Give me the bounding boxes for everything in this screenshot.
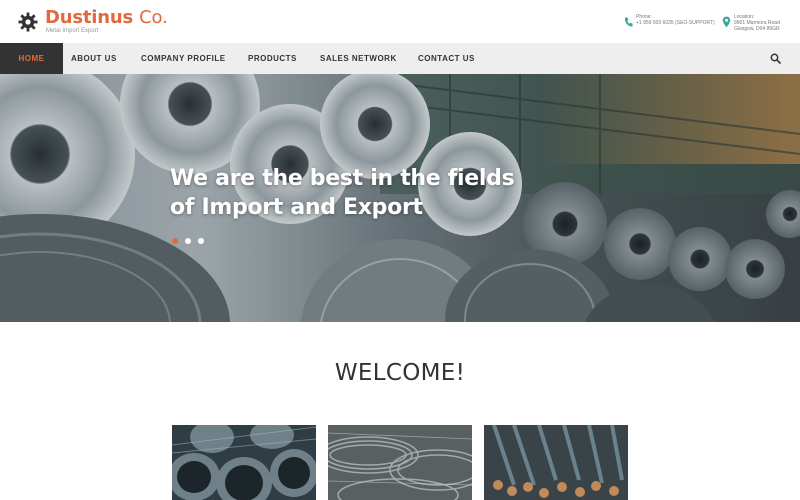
nav-item-products[interactable]: PRODUCTS: [248, 43, 297, 74]
gear-icon: [18, 12, 38, 32]
product-card-wire[interactable]: [328, 425, 472, 500]
search-icon[interactable]: [770, 53, 781, 64]
steel-wire-image: [328, 425, 472, 500]
brand-tagline: Metal Import Export: [46, 28, 99, 34]
main-nav: HOME ABOUT US COMPANY PROFILE PRODUCTS S…: [0, 43, 800, 74]
nav-item-contact-us[interactable]: CONTACT US: [418, 43, 475, 74]
nav-item-sales-network[interactable]: SALES NETWORK: [320, 43, 397, 74]
product-card-rebar[interactable]: [484, 425, 628, 500]
rebar-image: [484, 425, 628, 500]
map-pin-icon: [722, 16, 731, 28]
phone-contact: Phone: +1 959 603 6035 (SEO-SUPPORT): [624, 14, 715, 28]
slider-dots: [172, 238, 211, 244]
brand-suffix: Co.: [139, 7, 168, 28]
phone-number[interactable]: +1 959 603 6035 (SEO-SUPPORT): [636, 20, 715, 26]
product-card-pipes[interactable]: [172, 425, 316, 500]
hero-slider: We are the best in the fields of Import …: [0, 74, 800, 322]
nav-item-home[interactable]: HOME: [0, 43, 63, 74]
nav-item-about-us[interactable]: ABOUT US: [71, 43, 117, 74]
slider-dot-3[interactable]: [198, 238, 204, 244]
slider-dot-2[interactable]: [185, 238, 191, 244]
welcome-heading: WELCOME!: [334, 360, 466, 386]
nav-item-company-profile[interactable]: COMPANY PROFILE: [141, 43, 226, 74]
hero-title: We are the best in the fields of Import …: [170, 166, 515, 220]
steel-pipes-image: [172, 425, 316, 500]
location-contact: Location: 9901 Marmora Road Glasgow, D04…: [722, 14, 780, 32]
brand-name: Dustinus: [45, 7, 133, 28]
site-header: Dustinus Co. Metal Import Export Phone: …: [0, 0, 800, 43]
location-line2: Glasgow, D04 89GR: [734, 26, 780, 32]
phone-icon: [624, 17, 633, 27]
logo[interactable]: Dustinus Co. Metal Import Export: [18, 7, 168, 34]
slider-dot-1[interactable]: [172, 238, 178, 244]
